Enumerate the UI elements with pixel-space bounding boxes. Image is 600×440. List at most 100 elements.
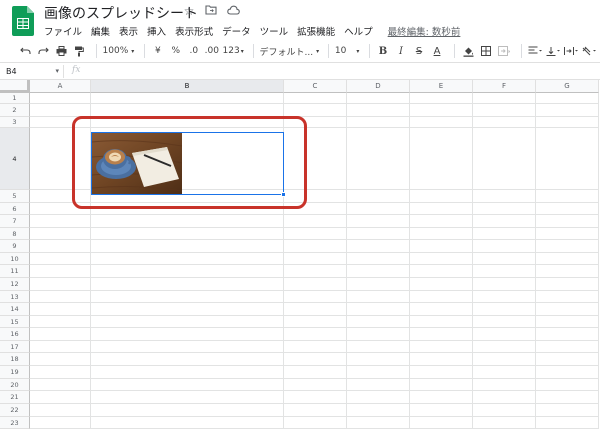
cell-g18[interactable]: [536, 353, 599, 366]
cell-f7[interactable]: [473, 215, 536, 228]
row-header-11[interactable]: 11: [0, 265, 30, 278]
cell-f13[interactable]: [473, 291, 536, 303]
cell-d20[interactable]: [347, 379, 410, 391]
cell-a1[interactable]: [30, 93, 91, 104]
cell-e3[interactable]: [410, 117, 473, 128]
cell-f19[interactable]: [473, 366, 536, 379]
cell-b20[interactable]: [91, 379, 284, 391]
undo-icon[interactable]: [18, 42, 32, 60]
cell-c8[interactable]: [284, 228, 347, 240]
cell-d6[interactable]: [347, 203, 410, 215]
cell-c17[interactable]: [284, 341, 347, 353]
menu-extensions[interactable]: 拡張機能: [297, 24, 335, 38]
cell-e5[interactable]: [410, 190, 473, 203]
cell-d23[interactable]: [347, 417, 410, 429]
row-header-22[interactable]: 22: [0, 404, 30, 417]
cell-b17[interactable]: [91, 341, 284, 353]
cell-e10[interactable]: [410, 253, 473, 265]
italic-button[interactable]: I: [394, 42, 408, 60]
cell-f22[interactable]: [473, 404, 536, 417]
horizontal-align-icon[interactable]: [528, 42, 542, 60]
cell-e16[interactable]: [410, 328, 473, 341]
cell-e11[interactable]: [410, 265, 473, 278]
cell-g21[interactable]: [536, 391, 599, 404]
vertical-align-icon[interactable]: [546, 42, 560, 60]
cell-g1[interactable]: [536, 93, 599, 104]
merge-cells-icon[interactable]: [497, 42, 511, 60]
number-format-select[interactable]: 123 ▾: [223, 42, 244, 60]
font-family-select[interactable]: デフォルト... ▾: [260, 42, 320, 60]
strikethrough-button[interactable]: S: [412, 42, 426, 60]
cell-g9[interactable]: [536, 240, 599, 253]
cell-f2[interactable]: [473, 104, 536, 117]
cell-a22[interactable]: [30, 404, 91, 417]
cell-a10[interactable]: [30, 253, 91, 265]
cell-a23[interactable]: [30, 417, 91, 429]
cell-f23[interactable]: [473, 417, 536, 429]
cell-f15[interactable]: [473, 316, 536, 328]
cell-e21[interactable]: [410, 391, 473, 404]
spreadsheet-grid[interactable]: ABCDEFG 1 2 3 4 5 6 7 8 9 10 11 12 13 14 15 16 17 18 19 20 2…: [0, 80, 600, 440]
cell-d17[interactable]: [347, 341, 410, 353]
increase-decimal-button[interactable]: .00: [205, 42, 219, 60]
cell-b23[interactable]: [91, 417, 284, 429]
cell-g22[interactable]: [536, 404, 599, 417]
row-header-5[interactable]: 5: [0, 190, 30, 203]
text-color-button[interactable]: A: [430, 42, 444, 60]
cell-f18[interactable]: [473, 353, 536, 366]
cell-g5[interactable]: [536, 190, 599, 203]
cell-e13[interactable]: [410, 291, 473, 303]
cell-g13[interactable]: [536, 291, 599, 303]
borders-icon[interactable]: [479, 42, 493, 60]
cell-f16[interactable]: [473, 328, 536, 341]
cell-d14[interactable]: [347, 303, 410, 316]
cell-e17[interactable]: [410, 341, 473, 353]
cell-a20[interactable]: [30, 379, 91, 391]
cell-a13[interactable]: [30, 291, 91, 303]
row-header-20[interactable]: 20: [0, 379, 30, 391]
cell-c11[interactable]: [284, 265, 347, 278]
cell-f4[interactable]: [473, 128, 536, 190]
row-header-12[interactable]: 12: [0, 278, 30, 291]
cell-a11[interactable]: [30, 265, 91, 278]
cell-g10[interactable]: [536, 253, 599, 265]
cell-e6[interactable]: [410, 203, 473, 215]
cell-b1[interactable]: [91, 93, 284, 104]
row-header-6[interactable]: 6: [0, 203, 30, 215]
cell-a21[interactable]: [30, 391, 91, 404]
row-header-13[interactable]: 13: [0, 291, 30, 303]
star-icon[interactable]: ☆: [182, 4, 196, 18]
cell-f17[interactable]: [473, 341, 536, 353]
cell-e7[interactable]: [410, 215, 473, 228]
folder-move-icon[interactable]: [204, 4, 218, 18]
cell-b13[interactable]: [91, 291, 284, 303]
cell-e8[interactable]: [410, 228, 473, 240]
cell-d15[interactable]: [347, 316, 410, 328]
cell-b15[interactable]: [91, 316, 284, 328]
zoom-select[interactable]: 100% ▾: [103, 42, 135, 60]
cell-a12[interactable]: [30, 278, 91, 291]
cell-d1[interactable]: [347, 93, 410, 104]
cell-b22[interactable]: [91, 404, 284, 417]
cell-d7[interactable]: [347, 215, 410, 228]
cell-e2[interactable]: [410, 104, 473, 117]
row-header-18[interactable]: 18: [0, 353, 30, 366]
cell-e9[interactable]: [410, 240, 473, 253]
cell-c12[interactable]: [284, 278, 347, 291]
cell-b21[interactable]: [91, 391, 284, 404]
cell-c1[interactable]: [284, 93, 347, 104]
row-header-16[interactable]: 16: [0, 328, 30, 341]
percent-format-button[interactable]: %: [169, 42, 183, 60]
cell-g14[interactable]: [536, 303, 599, 316]
cell-d10[interactable]: [347, 253, 410, 265]
cell-f10[interactable]: [473, 253, 536, 265]
cell-d12[interactable]: [347, 278, 410, 291]
row-header-23[interactable]: 23: [0, 417, 30, 429]
cell-d19[interactable]: [347, 366, 410, 379]
row-header-17[interactable]: 17: [0, 341, 30, 353]
cell-g15[interactable]: [536, 316, 599, 328]
row-header-2[interactable]: 2: [0, 104, 30, 117]
row-header-10[interactable]: 10: [0, 253, 30, 265]
cell-c19[interactable]: [284, 366, 347, 379]
cell-a8[interactable]: [30, 228, 91, 240]
